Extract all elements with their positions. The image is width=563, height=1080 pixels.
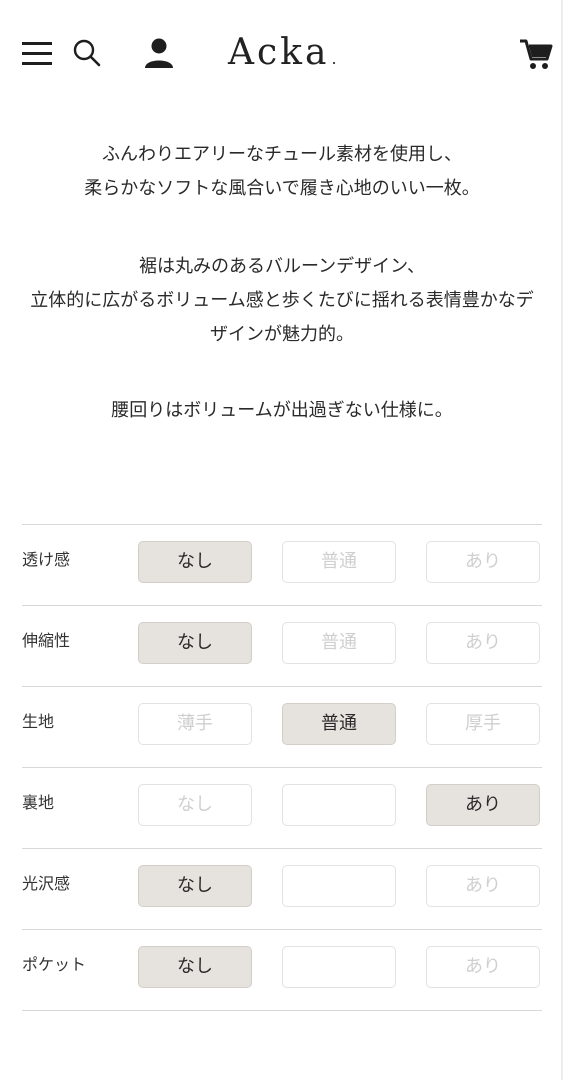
description-line: ふんわりエアリーなチュール素材を使用し、 xyxy=(102,144,462,165)
spec-option: 普通 xyxy=(282,622,396,664)
search-icon[interactable] xyxy=(72,38,102,68)
spec-option: あり xyxy=(426,946,540,988)
spec-table: 透け感 なし 普通 あり 伸縮性 なし 普通 あり 生地 薄手 普通 厚手 裏地 なし あり 光沢感 なし ありポ… xyxy=(22,524,542,1011)
spec-option xyxy=(282,946,396,988)
spec-option: 薄手 xyxy=(138,703,252,745)
logo[interactable]: Acka. xyxy=(228,32,340,73)
spec-option: 普通 xyxy=(282,541,396,583)
cart-icon[interactable] xyxy=(518,36,554,72)
spec-option-selected: 普通 xyxy=(282,703,396,745)
spec-option: 厚手 xyxy=(426,703,540,745)
product-description: ふんわりエアリーなチュール素材を使用し、 柔らかなソフトな風合いで履き心地のいい… xyxy=(22,138,542,446)
spec-option: なし xyxy=(138,784,252,826)
spec-row-lining: 裏地 なし あり xyxy=(22,768,542,849)
description-line: 裾は丸みのあるバルーンデザイン、 xyxy=(138,256,426,277)
description-line: 立体的に広がるボリューム感と歩くたびに揺れる表情豊かなデザインが魅力的。 xyxy=(30,290,534,345)
spec-label: 光沢感 xyxy=(22,874,71,893)
spec-option xyxy=(282,865,396,907)
spec-row-fabric: 生地 薄手 普通 厚手 xyxy=(22,687,542,768)
logo-dot: . xyxy=(331,49,340,68)
spec-label: ポケット xyxy=(22,955,87,974)
description-paragraph: ふんわりエアリーなチュール素材を使用し、 柔らかなソフトな風合いで履き心地のいい… xyxy=(22,138,542,206)
logo-text: Acka xyxy=(228,32,330,73)
spec-option-selected: なし xyxy=(138,865,252,907)
spec-row-transparency: 透け感 なし 普通 あり xyxy=(22,525,542,606)
description-line: 柔らかなソフトな風合いで履き心地のいい一枚。 xyxy=(84,178,480,199)
spec-row-stretch: 伸縮性 なし 普通 あり xyxy=(22,606,542,687)
spec-option: あり xyxy=(426,622,540,664)
spec-option-selected: あり xyxy=(426,784,540,826)
spec-option: あり xyxy=(426,541,540,583)
spec-option-selected: なし xyxy=(138,946,252,988)
site-header: Acka. xyxy=(0,0,561,100)
description-line: 腰回りはボリュームが出過ぎない仕様に。 xyxy=(111,400,453,421)
user-icon[interactable] xyxy=(142,36,176,70)
description-paragraph: 腰回りはボリュームが出過ぎない仕様に。 xyxy=(22,394,542,428)
description-paragraph: 裾は丸みのあるバルーンデザイン、 立体的に広がるボリューム感と歩くたびに揺れる表… xyxy=(22,250,542,352)
spec-label: 生地 xyxy=(22,712,55,731)
spec-row-gloss: 光沢感 なし あり xyxy=(22,849,542,930)
spec-option: あり xyxy=(426,865,540,907)
spec-label: 伸縮性 xyxy=(22,631,71,650)
menu-icon[interactable] xyxy=(22,38,52,68)
spec-option xyxy=(282,784,396,826)
spec-label: 透け感 xyxy=(22,550,71,569)
spec-label: 裏地 xyxy=(22,793,55,812)
spec-option-selected: なし xyxy=(138,622,252,664)
spec-option-selected: なし xyxy=(138,541,252,583)
spec-row-pocket: ポケット なし あり xyxy=(22,930,542,1011)
